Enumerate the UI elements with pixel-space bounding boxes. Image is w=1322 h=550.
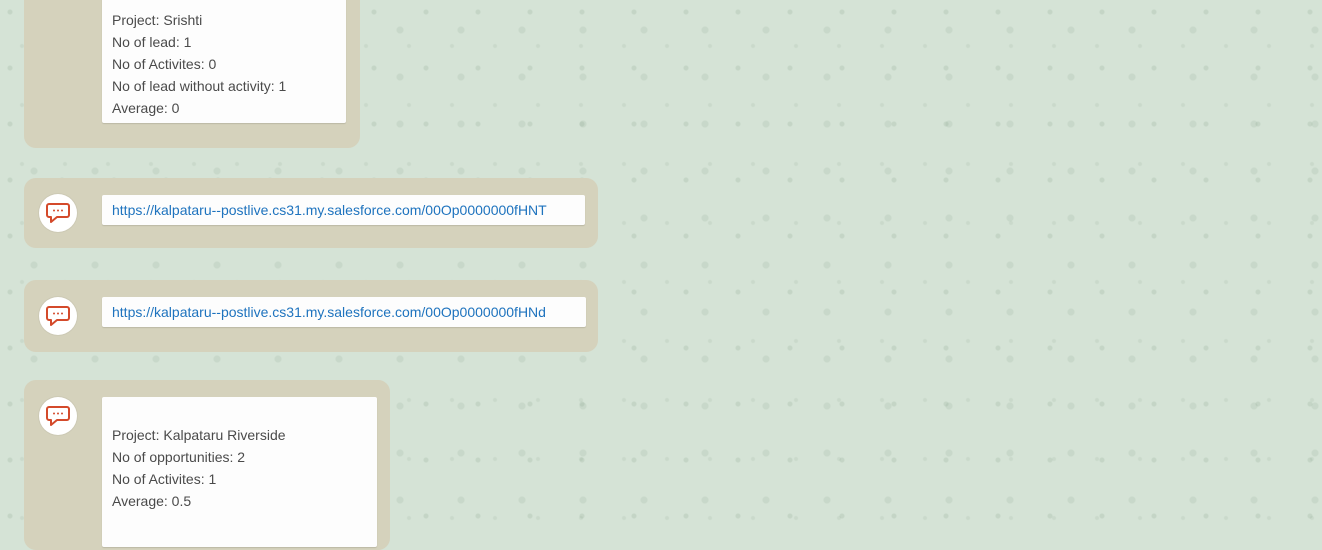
message-line: Average: 0.5 [112, 493, 192, 509]
message-line: Project: Srishti [112, 12, 203, 28]
message-line: Average: 0 [112, 100, 180, 116]
avatar[interactable] [39, 397, 77, 435]
message-line: No of Activites: 1 [112, 471, 217, 487]
message-line: Project: Kalpataru Riverside [112, 427, 286, 443]
message-row: Project: Kalpataru Riverside No of oppor… [24, 380, 390, 550]
message-line: No of opportunities: 2 [112, 449, 246, 465]
chat-bubble-icon [46, 306, 70, 326]
avatar[interactable] [39, 194, 77, 232]
message-line: No of lead without activity: 1 [112, 78, 287, 94]
message-bubble: https://kalpataru--postlive.cs31.my.sale… [102, 297, 586, 327]
salesforce-link[interactable]: https://kalpataru--postlive.cs31.my.sale… [112, 297, 576, 327]
message-row: Project: Srishti No of lead: 1 No of Act… [24, 0, 360, 148]
chat-bubble-icon [46, 406, 70, 426]
message-line: No of lead: 1 [112, 34, 192, 50]
message-bubble: Project: Kalpataru Riverside No of oppor… [102, 397, 377, 547]
message-bubble: Project: Srishti No of lead: 1 No of Act… [102, 0, 346, 123]
message-row: https://kalpataru--postlive.cs31.my.sale… [24, 280, 598, 352]
chat-bubble-icon [46, 203, 70, 223]
avatar[interactable] [39, 297, 77, 335]
message-row: https://kalpataru--postlive.cs31.my.sale… [24, 178, 598, 248]
message-bubble: https://kalpataru--postlive.cs31.my.sale… [102, 195, 585, 225]
salesforce-link[interactable]: https://kalpataru--postlive.cs31.my.sale… [112, 195, 575, 225]
message-line: No of Activites: 0 [112, 56, 217, 72]
